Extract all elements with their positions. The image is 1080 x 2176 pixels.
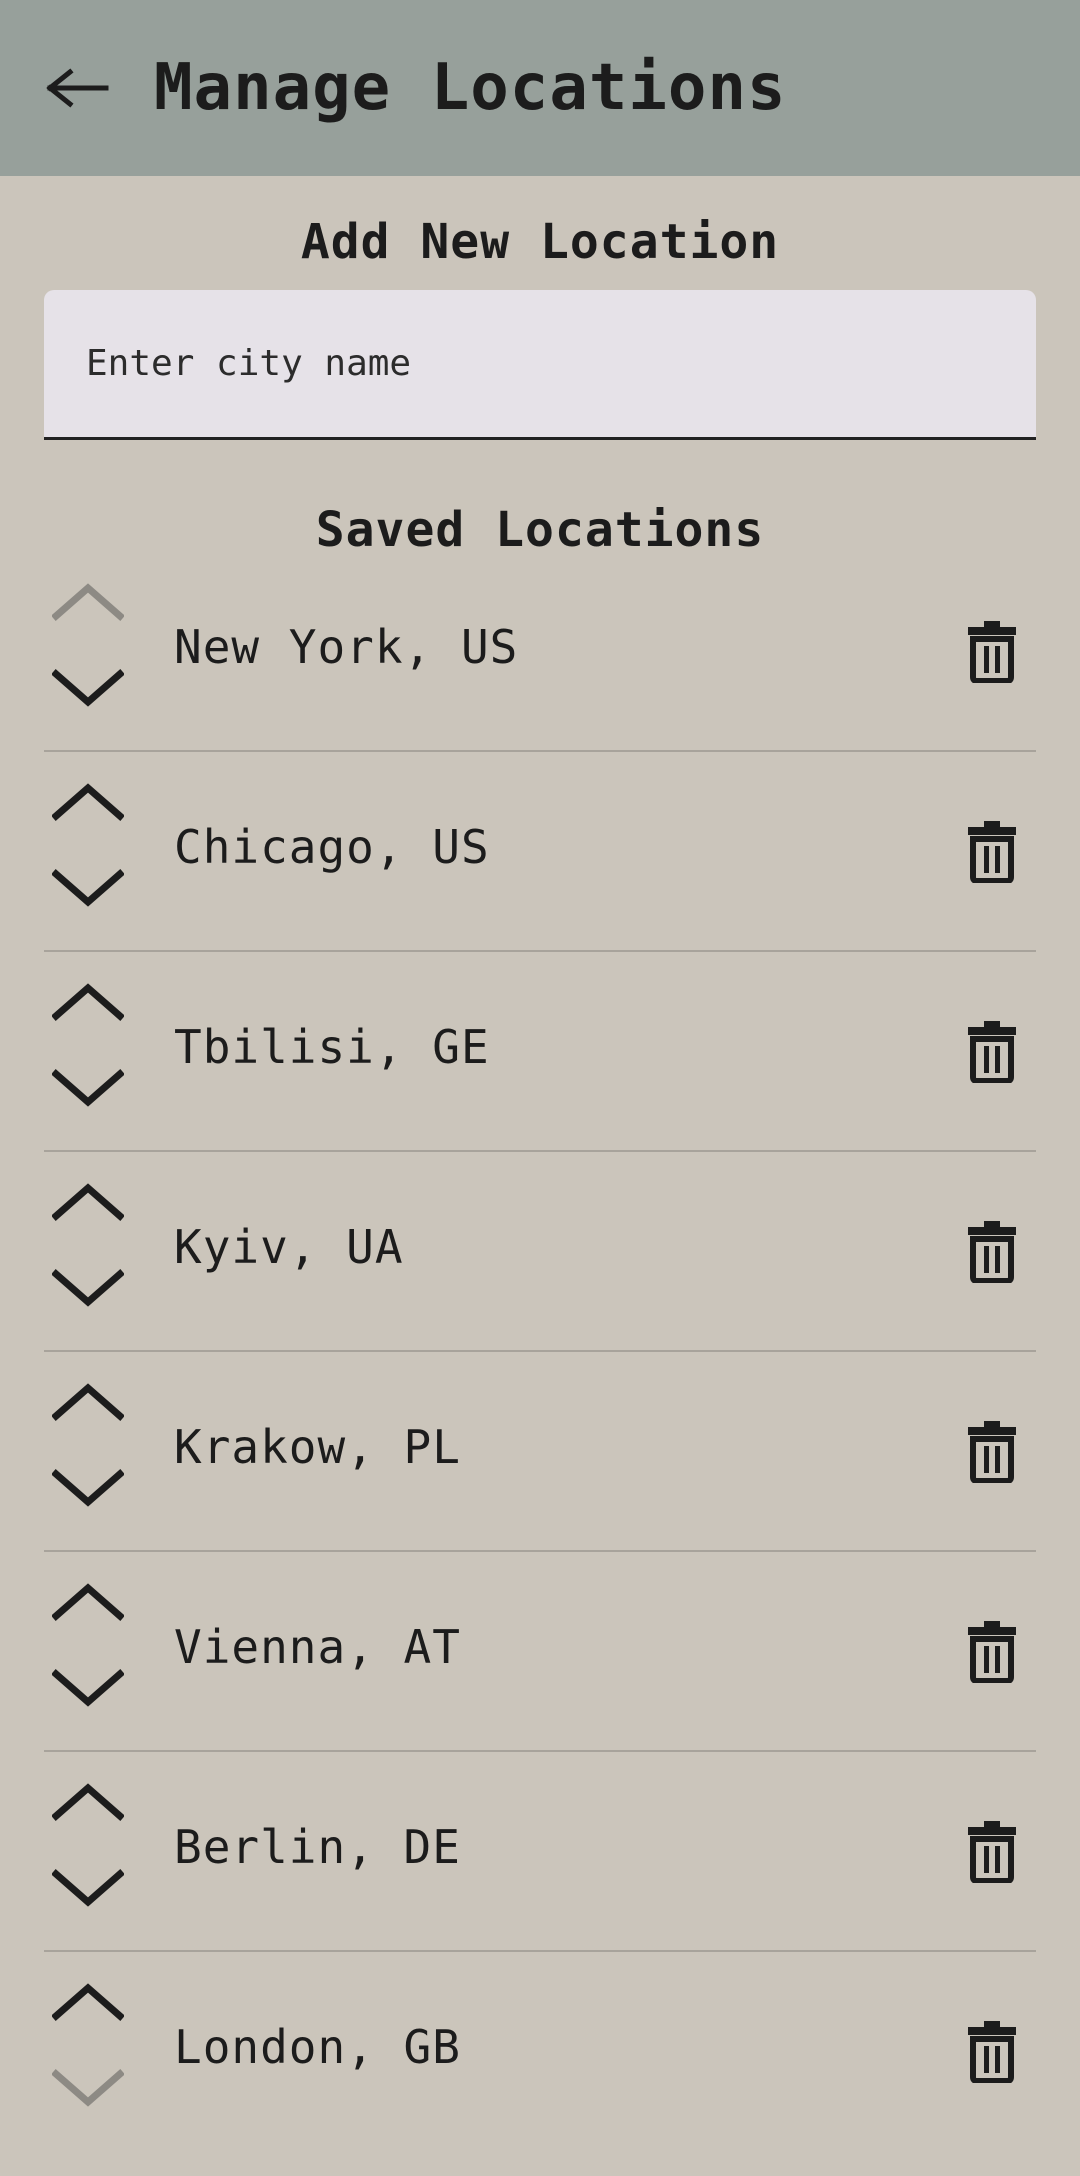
- chevron-down-icon: [52, 1669, 124, 1707]
- add-location-heading: Add New Location: [300, 214, 780, 270]
- move-down-button[interactable]: [52, 1664, 124, 1712]
- chevron-down-icon: [52, 1269, 124, 1307]
- reorder-controls: [44, 1752, 132, 1950]
- trash-icon: [968, 1421, 1016, 1483]
- saved-locations-list: New York, US Chicago, US Tbilisi, GE Kyi…: [44, 572, 1036, 2152]
- reorder-controls: [44, 1352, 132, 1550]
- chevron-up-icon: [52, 583, 124, 621]
- location-name: Krakow, PL: [174, 1420, 461, 1474]
- page-title: Manage Locations: [154, 51, 787, 125]
- trash-icon: [968, 1621, 1016, 1683]
- delete-button[interactable]: [964, 616, 1020, 686]
- city-name-input[interactable]: [44, 290, 1036, 437]
- chevron-up-icon: [52, 783, 124, 821]
- reorder-controls: [44, 1552, 132, 1750]
- list-item: Tbilisi, GE: [44, 952, 1036, 1152]
- list-item: London, GB: [44, 1952, 1036, 2152]
- city-input-field[interactable]: [44, 290, 1036, 440]
- location-name: Tbilisi, GE: [174, 1020, 490, 1074]
- trash-icon: [968, 1821, 1016, 1883]
- move-down-button[interactable]: [52, 2064, 124, 2112]
- chevron-up-icon: [52, 1783, 124, 1821]
- delete-button[interactable]: [964, 2016, 1020, 2086]
- move-down-button[interactable]: [52, 664, 124, 712]
- delete-button[interactable]: [964, 1816, 1020, 1886]
- move-up-button[interactable]: [52, 1978, 124, 2026]
- list-item: Kyiv, UA: [44, 1152, 1036, 1352]
- list-item: Berlin, DE: [44, 1752, 1036, 1952]
- delete-button[interactable]: [964, 1416, 1020, 1486]
- move-up-button[interactable]: [52, 778, 124, 826]
- chevron-up-icon: [52, 1383, 124, 1421]
- saved-locations-heading: Saved Locations: [315, 502, 765, 558]
- move-up-button[interactable]: [52, 578, 124, 626]
- chevron-down-icon: [52, 1869, 124, 1907]
- location-name: Vienna, AT: [174, 1620, 461, 1674]
- back-button[interactable]: [18, 0, 138, 176]
- reorder-controls: [44, 572, 132, 750]
- trash-icon: [968, 821, 1016, 883]
- list-item: Vienna, AT: [44, 1552, 1036, 1752]
- move-down-button[interactable]: [52, 1064, 124, 1112]
- reorder-controls: [44, 1952, 132, 2152]
- app-bar: Manage Locations: [0, 0, 1080, 176]
- location-name: Berlin, DE: [174, 1820, 461, 1874]
- chevron-up-icon: [52, 1183, 124, 1221]
- chevron-down-icon: [52, 869, 124, 907]
- location-name: Kyiv, UA: [174, 1220, 404, 1274]
- chevron-down-icon: [52, 1069, 124, 1107]
- trash-icon: [968, 2021, 1016, 2083]
- arrow-left-icon: [46, 68, 109, 108]
- delete-button[interactable]: [964, 1616, 1020, 1686]
- location-name: New York, US: [174, 620, 519, 674]
- reorder-controls: [44, 1152, 132, 1350]
- move-down-button[interactable]: [52, 864, 124, 912]
- chevron-up-icon: [52, 983, 124, 1021]
- trash-icon: [968, 1221, 1016, 1283]
- chevron-up-icon: [52, 1983, 124, 2021]
- trash-icon: [968, 1021, 1016, 1083]
- delete-button[interactable]: [964, 1216, 1020, 1286]
- chevron-down-icon: [52, 2069, 124, 2107]
- move-up-button[interactable]: [52, 1178, 124, 1226]
- move-down-button[interactable]: [52, 1464, 124, 1512]
- move-up-button[interactable]: [52, 1578, 124, 1626]
- trash-icon: [968, 621, 1016, 683]
- reorder-controls: [44, 952, 132, 1150]
- move-down-button[interactable]: [52, 1864, 124, 1912]
- delete-button[interactable]: [964, 816, 1020, 886]
- chevron-down-icon: [52, 1469, 124, 1507]
- location-name: London, GB: [174, 2020, 461, 2074]
- list-item: Krakow, PL: [44, 1352, 1036, 1552]
- move-up-button[interactable]: [52, 978, 124, 1026]
- chevron-down-icon: [52, 669, 124, 707]
- reorder-controls: [44, 752, 132, 950]
- list-item: New York, US: [44, 572, 1036, 752]
- move-down-button[interactable]: [52, 1264, 124, 1312]
- chevron-up-icon: [52, 1583, 124, 1621]
- location-name: Chicago, US: [174, 820, 490, 874]
- delete-button[interactable]: [964, 1016, 1020, 1086]
- move-up-button[interactable]: [52, 1778, 124, 1826]
- list-item: Chicago, US: [44, 752, 1036, 952]
- move-up-button[interactable]: [52, 1378, 124, 1426]
